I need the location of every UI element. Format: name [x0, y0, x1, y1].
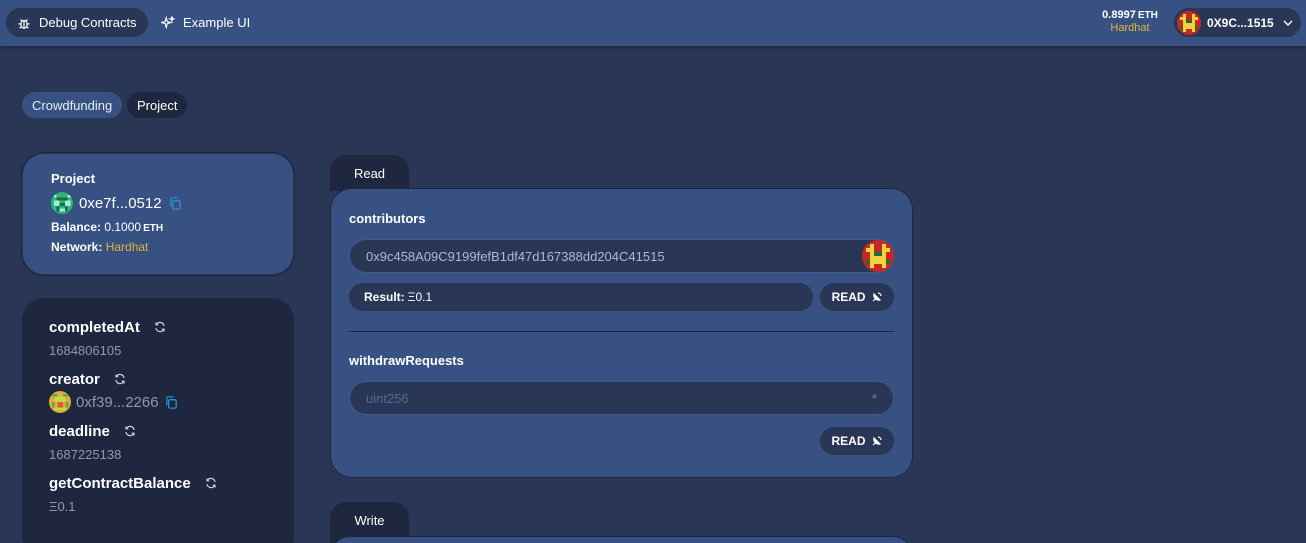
withdrawrequests-read-button[interactable]: READ — [820, 427, 894, 455]
bug-icon — [18, 18, 30, 29]
refresh-icon[interactable] — [154, 321, 166, 333]
top-header: Debug Contracts Example UI 0.8997 ETH Har… — [0, 0, 1306, 46]
variable-creator: creator 0xf39...2266 — [49, 368, 267, 414]
address-avatar — [862, 240, 894, 272]
creator-address: 0xf39...2266 — [76, 393, 159, 411]
required-marker: * — [871, 390, 877, 406]
function-divider — [349, 331, 894, 332]
contributors-result-value: Ξ0.1 — [407, 290, 433, 304]
variable-getcontractbalance: getContractBalance Ξ0.1 — [49, 472, 267, 518]
tab-read[interactable]: Read — [330, 155, 409, 191]
contract-avatar — [51, 192, 73, 214]
refresh-icon[interactable] — [114, 373, 126, 385]
refresh-icon[interactable] — [205, 477, 217, 489]
contract-network: Network: Hardhat — [51, 240, 149, 254]
satellite-icon — [872, 436, 882, 446]
variable-completedat: completedAt 1684806105 — [49, 316, 267, 362]
contract-balance-unit: ETH — [143, 223, 164, 234]
copy-icon[interactable] — [164, 395, 179, 410]
chevron-down-icon — [1283, 20, 1293, 26]
creator-avatar — [49, 391, 71, 413]
function-name-withdrawrequests: withdrawRequests — [349, 353, 464, 368]
account-dropdown[interactable]: 0X9C...1515 — [1174, 8, 1301, 37]
copy-icon[interactable] — [168, 196, 183, 211]
satellite-icon — [872, 292, 882, 302]
read-functions-panel: contributors 0x9c458A09C9199fefB1df47d16… — [330, 188, 913, 478]
balance-amount: 0.8997 — [1102, 9, 1136, 21]
variable-value: 1687225138 — [49, 446, 122, 462]
balance-unit: ETH — [1137, 10, 1158, 21]
variable-deadline: deadline 1687225138 — [49, 420, 267, 466]
contract-network-value: Hardhat — [105, 240, 149, 254]
account-address: 0X9C...1515 — [1207, 15, 1274, 30]
contract-variables-card: completedAt 1684806105 creator 0xf39...2… — [22, 298, 294, 543]
nav-debug-contracts[interactable]: Debug Contracts — [6, 8, 148, 37]
variable-value: 1684806105 — [49, 342, 122, 358]
contributors-read-button[interactable]: READ — [820, 283, 894, 311]
contract-name: Project — [51, 171, 96, 186]
sparkles-icon — [161, 15, 175, 29]
contract-balance-value: 0.1000 — [104, 220, 142, 234]
contributors-result: Result: Ξ0.1 — [349, 283, 814, 311]
withdrawrequests-uint256-input[interactable]: uint256 * — [349, 381, 894, 415]
contract-info-card: Project 0xe7f...0512 Balance: 0.1000 ETH … — [22, 153, 294, 275]
wallet-balance: 0.8997 ETH Hardhat — [1092, 9, 1168, 35]
balance-network: Hardhat — [1110, 22, 1150, 34]
account-avatar — [1177, 10, 1201, 35]
variable-value: Ξ0.1 — [49, 498, 76, 514]
nav-debug-contracts-label: Debug Contracts — [39, 15, 137, 30]
tab-project[interactable]: Project — [127, 92, 188, 118]
nav-example-ui[interactable]: Example UI — [150, 8, 261, 37]
tab-crowdfunding[interactable]: Crowdfunding — [22, 92, 123, 118]
write-functions-panel — [330, 536, 913, 543]
contract-balance: Balance: 0.1000 ETH — [51, 220, 164, 234]
function-name-contributors: contributors — [349, 211, 426, 226]
contract-address: 0xe7f...0512 — [79, 194, 162, 212]
contributors-address-input[interactable]: 0x9c458A09C9199fefB1df47d167388dd204C415… — [349, 239, 894, 273]
nav-example-ui-label: Example UI — [183, 15, 251, 30]
refresh-icon[interactable] — [124, 425, 136, 437]
